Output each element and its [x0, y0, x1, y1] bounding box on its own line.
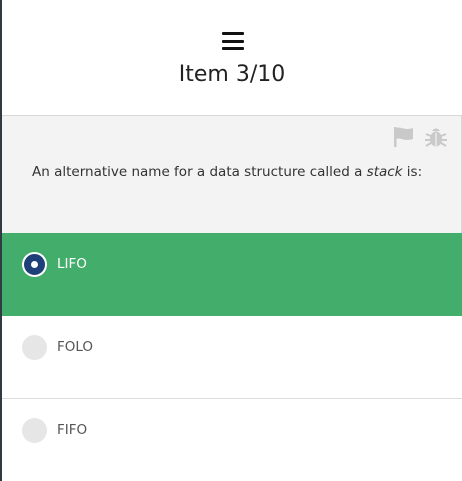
radio-button[interactable]	[22, 335, 47, 360]
answer-option-folo[interactable]: FOLO	[2, 316, 462, 399]
radio-button-checked[interactable]	[22, 252, 47, 277]
header: Item 3/10	[2, 0, 462, 115]
question-text-end: is:	[402, 164, 423, 180]
question-text: An alternative name for a data structure…	[32, 164, 422, 180]
answer-label: FOLO	[57, 339, 94, 355]
menu-bar	[222, 39, 244, 43]
answer-label: FIFO	[57, 422, 88, 438]
question-emphasis: stack	[366, 164, 403, 180]
answer-label: LIFO	[57, 256, 87, 272]
item-counter: Item 3/10	[178, 62, 286, 87]
radio-button[interactable]	[22, 418, 47, 443]
question-text-start: An alternative name for a data structure…	[32, 164, 367, 180]
menu-bar	[222, 32, 244, 35]
hamburger-menu-icon[interactable]	[222, 32, 244, 50]
answer-option-lifo[interactable]: LIFO	[2, 233, 462, 316]
answer-option-fifo[interactable]: FIFO	[2, 399, 462, 481]
question-panel: An alternative name for a data structure…	[2, 115, 462, 233]
menu-bar	[222, 47, 244, 50]
bug-icon[interactable]	[424, 125, 448, 149]
flag-icon[interactable]	[392, 126, 416, 148]
